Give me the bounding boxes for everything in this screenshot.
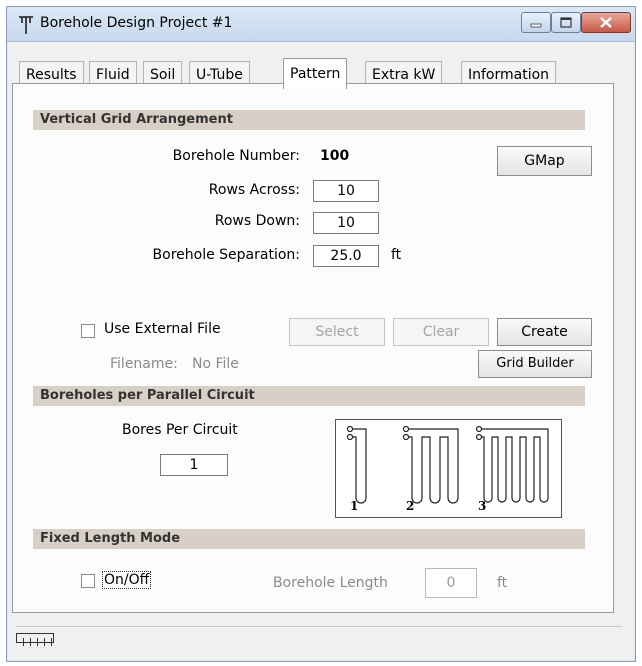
use-external-file-label: Use External File (104, 321, 221, 337)
close-icon (600, 17, 612, 28)
rows-across-input[interactable] (313, 180, 379, 202)
fixed-length-checkbox[interactable] (81, 574, 95, 588)
bores-per-circuit-input[interactable] (160, 454, 228, 476)
status-indicator-icon (16, 633, 54, 646)
minimize-icon (530, 23, 542, 28)
tab-pattern[interactable]: Pattern (283, 58, 348, 89)
maximize-button[interactable] (551, 12, 581, 33)
parallel-circuit-header: Boreholes per Parallel Circuit (33, 386, 585, 406)
borehole-length-input[interactable] (425, 568, 477, 598)
close-button[interactable] (581, 12, 631, 33)
gmap-button[interactable]: GMap (497, 146, 592, 176)
clear-button[interactable]: Clear (393, 318, 489, 346)
circuit-pattern-diagram: 1 2 3 (335, 419, 562, 518)
grid-builder-button[interactable]: Grid Builder (478, 350, 592, 378)
borehole-separation-input[interactable] (313, 245, 379, 267)
rows-across-label: Rows Across: (208, 182, 300, 198)
select-button[interactable]: Select (289, 318, 385, 346)
title-bar[interactable]: Borehole Design Project #1 (7, 7, 635, 42)
rows-down-label: Rows Down: (214, 213, 300, 229)
use-external-file-checkbox[interactable] (81, 324, 95, 338)
diagram-label-2: 2 (406, 499, 415, 513)
borehole-number-value: 100 (320, 148, 350, 164)
maximize-icon (560, 17, 572, 28)
rows-down-input[interactable] (313, 212, 379, 234)
borehole-length-unit: ft (497, 575, 508, 591)
create-button[interactable]: Create (497, 318, 592, 346)
diagram-label-1: 1 (350, 499, 359, 513)
circuit-diagram-drawing (346, 425, 549, 504)
minimize-button[interactable] (521, 12, 551, 33)
filename-label: Filename: (110, 356, 178, 372)
borehole-separation-label: Borehole Separation: (152, 247, 300, 263)
borehole-number-label: Borehole Number: (172, 148, 300, 164)
diagram-label-3: 3 (478, 499, 487, 513)
borehole-length-label: Borehole Length (273, 575, 388, 591)
fixed-length-checkbox-label: On/Off (102, 571, 152, 589)
bores-per-circuit-label: Bores Per Circuit (122, 422, 238, 438)
fixed-length-header: Fixed Length Mode (33, 529, 585, 549)
window-title: Borehole Design Project #1 (40, 15, 233, 31)
separation-unit: ft (391, 247, 402, 263)
status-separator (16, 626, 622, 627)
filename-value: No File (192, 356, 239, 372)
borehole-app-icon (19, 16, 33, 34)
vertical-grid-header: Vertical Grid Arrangement (33, 110, 585, 130)
